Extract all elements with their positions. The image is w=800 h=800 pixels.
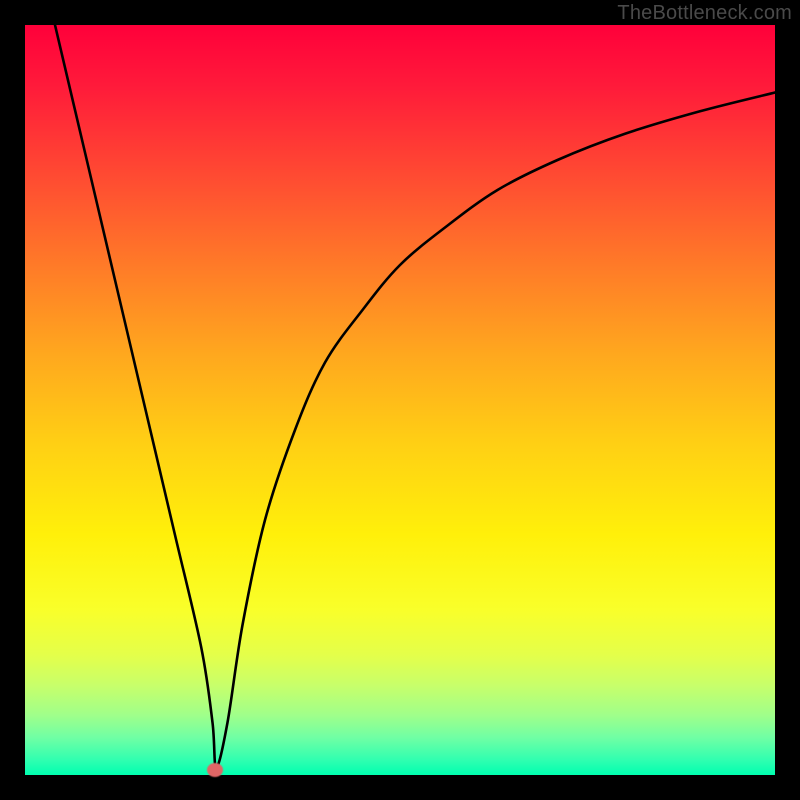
line-curve (25, 25, 775, 775)
watermark-text: TheBottleneck.com (617, 2, 792, 25)
plot-area (25, 25, 775, 775)
chart-frame: TheBottleneck.com (0, 0, 800, 800)
vertex-marker (207, 763, 223, 777)
